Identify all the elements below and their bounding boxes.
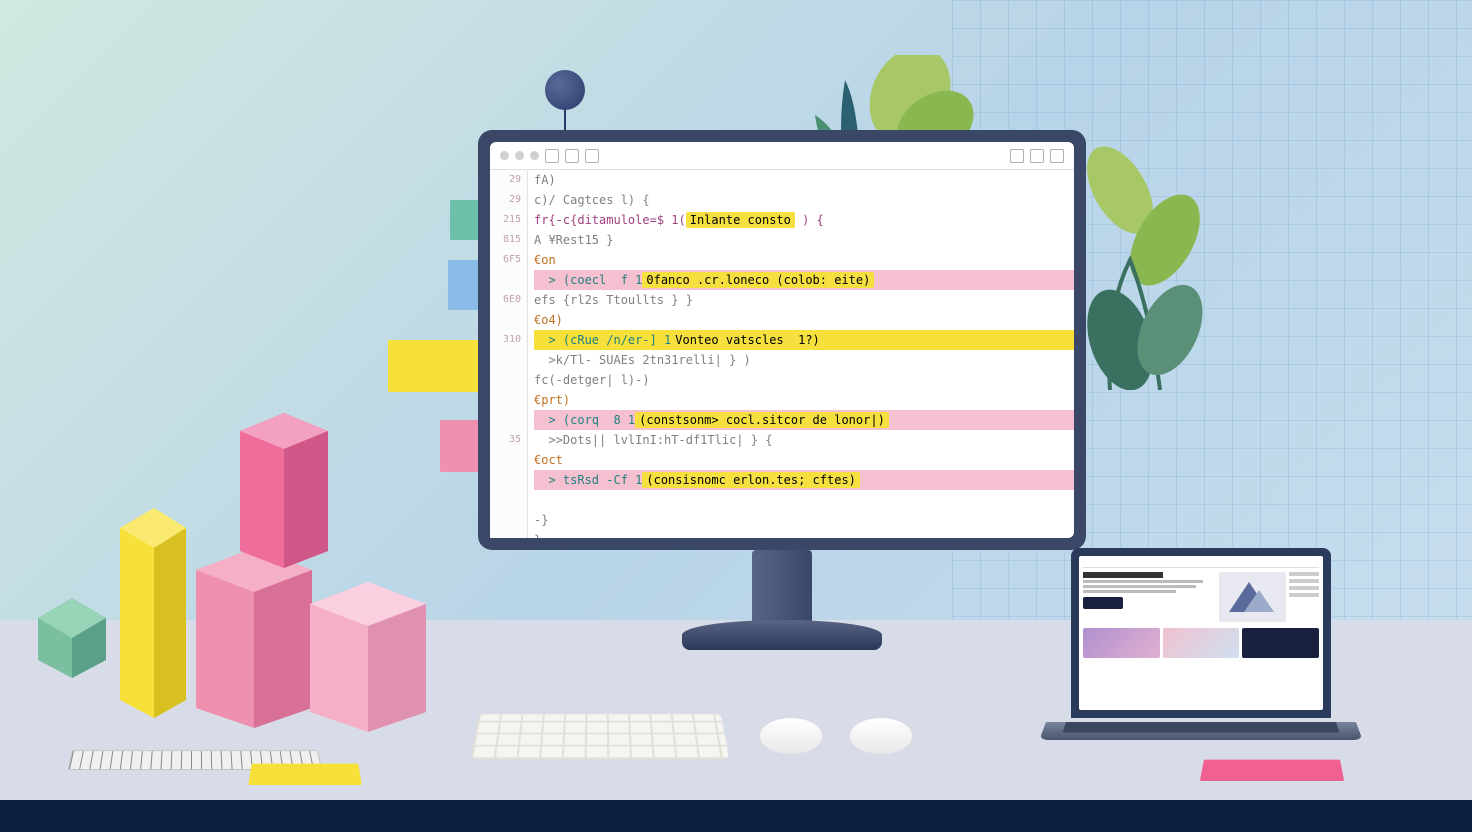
toolbar-icon[interactable] (545, 149, 559, 163)
sticky-note-pink (1200, 760, 1344, 781)
mouse (760, 718, 822, 754)
traffic-light-icon[interactable] (500, 151, 509, 160)
block-pink-light (310, 582, 430, 736)
traffic-light-icon[interactable] (530, 151, 539, 160)
menu-icon[interactable] (1050, 149, 1064, 163)
code-editor[interactable]: 29292158156F56E031035 fA)c)/ Cagtces l) … (490, 170, 1074, 538)
block-yellow (120, 508, 190, 722)
leaf-decoration (1070, 130, 1210, 390)
line-gutter: 29292158156F56E031035 (490, 170, 528, 538)
lock-icon[interactable] (1010, 149, 1024, 163)
code-area[interactable]: fA)c)/ Cagtces l) {fr{-c{ditamulole=$ 1(… (528, 170, 1074, 538)
bottom-bar (0, 800, 1472, 832)
traffic-light-icon[interactable] (515, 151, 524, 160)
laptop-display (1079, 556, 1323, 710)
block-pink-top (240, 413, 332, 572)
block-green (38, 598, 108, 682)
editor-titlebar (490, 142, 1074, 170)
keyboard (471, 714, 729, 759)
mouse (850, 718, 912, 754)
toolbar-icon[interactable] (585, 149, 599, 163)
monitor: 29292158156F56E031035 fA)c)/ Cagtces l) … (478, 130, 1086, 550)
sphere-decoration (545, 70, 585, 110)
block-pink (196, 548, 316, 732)
toolbar-icon[interactable] (1030, 149, 1044, 163)
toolbar-icon[interactable] (565, 149, 579, 163)
laptop-cta-button (1083, 597, 1123, 609)
sticky-note-yellow (248, 764, 361, 785)
laptop (1071, 548, 1356, 752)
